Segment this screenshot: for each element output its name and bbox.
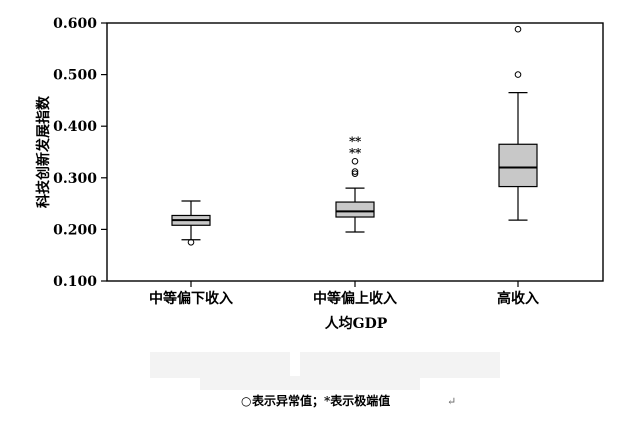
y-tick-label: 0.400 (53, 119, 97, 135)
x-axis-category-labels: 中等偏下收入 中等偏上收入 高收入 (149, 290, 539, 307)
extreme-marker: * (355, 135, 362, 149)
x-axis-title: 人均GDP (325, 315, 388, 332)
x-category-label: 中等偏上收入 (313, 290, 397, 307)
y-tick-label: 0.500 (53, 68, 97, 84)
y-tick-label: 0.200 (53, 222, 97, 238)
x-category-label: 中等偏下收入 (149, 290, 233, 307)
note-text: 表示异常值；*表示极端值 (251, 393, 390, 408)
chart-svg: 0.1000.2000.3000.4000.5000.600 * ** * 中等偏下… (35, 16, 604, 408)
y-tick-label: 0.100 (53, 274, 97, 290)
iqr-box (335, 201, 375, 218)
blurred-caption-block (200, 376, 420, 390)
blurred-caption-block (300, 352, 500, 378)
y-tick-label: 0.600 (53, 16, 97, 32)
boxplot-chart: 0.100 0.200 0.300 0.400 0.500 0.600 * * * * 中等偏下… (0, 0, 629, 418)
y-tick-label: 0.300 (53, 171, 97, 187)
note-return-mark: ↵ (447, 395, 456, 408)
legend-note: ○ 表示异常值；*表示极端值 ↵ (241, 393, 456, 408)
note-circle-glyph: ○ (241, 394, 251, 408)
y-axis-title: 科技创新发展指数 (35, 95, 52, 208)
x-category-label: 高收入 (497, 290, 539, 307)
blurred-caption-block (150, 352, 290, 378)
blurred-caption-band (150, 352, 500, 390)
iqr-box (498, 143, 538, 188)
